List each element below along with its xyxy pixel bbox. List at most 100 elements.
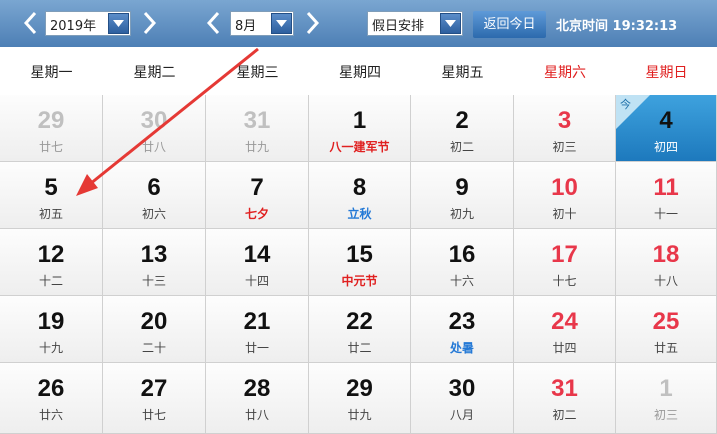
- weekday-header: 星期四: [339, 65, 381, 81]
- holiday-select[interactable]: 假日安排: [367, 11, 463, 36]
- day-cell[interactable]: 12 十二: [0, 229, 103, 296]
- day-cell[interactable]: 7 七夕: [206, 162, 309, 229]
- month-select-value: 8月: [235, 19, 257, 34]
- day-number: 29: [346, 375, 373, 402]
- day-number: 27: [140, 375, 168, 402]
- next-year-button[interactable]: [138, 8, 160, 38]
- chevron-down-icon[interactable]: [440, 13, 461, 34]
- lunar-date: 初六: [141, 207, 166, 221]
- calendar-grid: 29 廿七 30 廿八 31 廿九 1 八一建军节 2 初二 3 初三今 4 初四 5 初五 6 初六 7 七夕 8 立秋…: [0, 95, 717, 434]
- day-number: 4: [659, 107, 673, 134]
- year-select[interactable]: 2019年: [45, 11, 131, 36]
- day-cell[interactable]: 8 立秋: [309, 162, 411, 229]
- day-cell[interactable]: 21 廿一: [206, 296, 309, 363]
- clock-label: 北京时间: [556, 19, 609, 34]
- day-number: 1: [659, 375, 673, 402]
- day-cell[interactable]: 20 二十: [103, 296, 206, 363]
- day-cell[interactable]: 16 十六: [411, 229, 514, 296]
- chevron-down-icon[interactable]: [271, 13, 292, 34]
- day-cell[interactable]: 31 廿九: [206, 95, 309, 162]
- day-number: 29: [37, 107, 65, 134]
- clock-time: 19:32:13: [612, 19, 678, 34]
- lunar-date: 初三: [552, 140, 577, 154]
- lunar-date: 廿六: [38, 408, 63, 422]
- weekday-header: 星期日: [645, 65, 688, 81]
- day-cell[interactable]: 2 初二: [411, 95, 514, 162]
- prev-month-button[interactable]: [203, 8, 225, 38]
- lunar-date: 廿一: [244, 341, 269, 355]
- day-cell[interactable]: 29 廿九: [309, 363, 411, 434]
- chevron-left-icon: [206, 11, 220, 35]
- day-number: 17: [551, 241, 578, 268]
- day-number: 8: [352, 174, 367, 201]
- lunar-date: 八一建军节: [329, 140, 390, 154]
- day-cell[interactable]: 5 初五: [0, 162, 103, 229]
- day-number: 28: [243, 375, 271, 402]
- day-cell[interactable]: 10 初十: [514, 162, 616, 229]
- day-cell[interactable]: 30 八月: [411, 363, 514, 434]
- lunar-date: 十九: [38, 341, 63, 355]
- day-cell[interactable]: 25 廿五: [616, 296, 717, 363]
- day-number: 24: [551, 308, 578, 335]
- weekday-header: 星期一: [30, 65, 73, 81]
- day-cell[interactable]: 17 十七: [514, 229, 616, 296]
- day-cell-today[interactable]: 今 4 初四: [616, 95, 717, 162]
- day-number: 2: [455, 107, 469, 134]
- day-cell[interactable]: 26 廿六: [0, 363, 103, 434]
- lunar-date: 廿四: [552, 341, 577, 355]
- day-number: 6: [147, 174, 161, 201]
- day-cell[interactable]: 14 十四: [206, 229, 309, 296]
- holiday-select-value: 假日安排: [372, 19, 425, 34]
- day-number: 23: [448, 308, 476, 335]
- prev-year-button[interactable]: [20, 8, 42, 38]
- day-cell[interactable]: 11 十一: [616, 162, 717, 229]
- year-select-value: 2019年: [50, 19, 97, 34]
- day-cell[interactable]: 6 初六: [103, 162, 206, 229]
- day-cell[interactable]: 27 廿七: [103, 363, 206, 434]
- day-number: 26: [37, 375, 65, 402]
- lunar-date: 初四: [653, 140, 678, 154]
- day-cell[interactable]: 31 初二: [514, 363, 616, 434]
- back-to-today-button[interactable]: 返回今日: [473, 11, 546, 38]
- lunar-date: 八月: [449, 408, 474, 422]
- day-number: 18: [652, 241, 680, 268]
- day-number: 3: [557, 107, 572, 134]
- beijing-clock: 北京时间 19:32:13: [556, 15, 677, 34]
- day-cell[interactable]: 1 八一建军节: [309, 95, 411, 162]
- lunar-date: 二十: [141, 341, 166, 355]
- day-number: 20: [140, 308, 168, 335]
- lunar-date: 初五: [38, 207, 63, 221]
- weekday-header: 星期二: [133, 65, 176, 81]
- day-cell[interactable]: 29 廿七: [0, 95, 103, 162]
- day-number: 10: [551, 174, 578, 201]
- day-cell[interactable]: 15 中元节: [309, 229, 411, 296]
- next-month-button[interactable]: [301, 8, 323, 38]
- day-cell[interactable]: 23 处暑: [411, 296, 514, 363]
- day-cell[interactable]: 19 十九: [0, 296, 103, 363]
- day-cell[interactable]: 13 十三: [103, 229, 206, 296]
- lunar-date: 十四: [244, 274, 269, 288]
- chevron-left-icon: [23, 11, 37, 35]
- day-number: 13: [140, 241, 168, 268]
- day-number: 21: [243, 308, 271, 335]
- weekday-header-row: 星期一 星期二 星期三 星期四 星期五 星期六 星期日: [0, 47, 717, 96]
- day-number: 30: [448, 375, 476, 402]
- lunar-date: 廿八: [244, 408, 269, 422]
- lunar-date: 十三: [141, 274, 166, 288]
- day-cell[interactable]: 22 廿二: [309, 296, 411, 363]
- day-cell[interactable]: 1 初三: [616, 363, 717, 434]
- day-cell[interactable]: 24 廿四: [514, 296, 616, 363]
- chevron-down-icon[interactable]: [108, 13, 129, 34]
- day-cell[interactable]: 3 初三: [514, 95, 616, 162]
- lunar-date: 立秋: [347, 207, 372, 221]
- lunar-date: 廿七: [38, 140, 63, 154]
- day-cell[interactable]: 30 廿八: [103, 95, 206, 162]
- day-number: 14: [243, 241, 271, 268]
- day-cell[interactable]: 9 初九: [411, 162, 514, 229]
- lunar-date: 廿二: [347, 341, 372, 355]
- day-cell[interactable]: 28 廿八: [206, 363, 309, 434]
- month-select[interactable]: 8月: [230, 11, 294, 36]
- day-cell[interactable]: 18 十八: [616, 229, 717, 296]
- lunar-date: 七夕: [244, 207, 269, 221]
- lunar-date: 廿七: [141, 408, 166, 422]
